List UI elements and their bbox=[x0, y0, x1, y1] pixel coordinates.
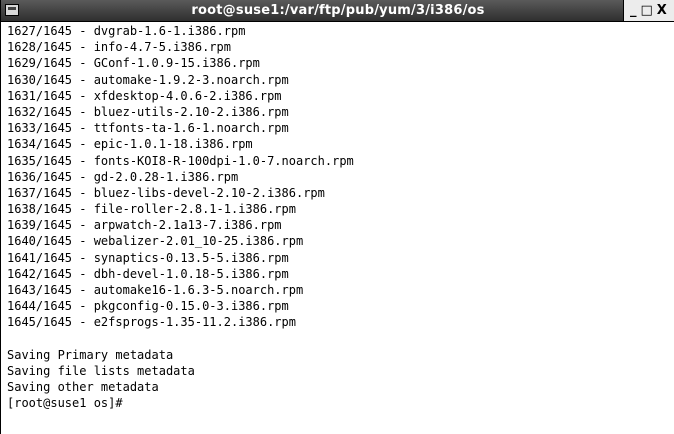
terminal-line: Saving other metadata bbox=[7, 380, 159, 395]
shell-prompt: [root@suse1 os]# bbox=[7, 396, 123, 411]
terminal-line: 1641/1645 - synaptics-0.13.5-5.i386.rpm bbox=[7, 250, 289, 265]
terminal-line: 1628/1645 - info-4.7-5.i386.rpm bbox=[7, 40, 231, 55]
terminal-line: 1630/1645 - automake-1.9.2-3.noarch.rpm bbox=[7, 72, 289, 87]
terminal-line: 1644/1645 - pkgconfig-0.15.0-3.i386.rpm bbox=[7, 299, 289, 314]
terminal-line: Saving Primary metadata bbox=[7, 347, 174, 362]
terminal-output[interactable]: 1627/1645 - dvgrab-1.6-1.i386.rpm 1628/16… bbox=[7, 23, 667, 431]
terminal-window: root@suse1:/var/ftp/pub/yum/3/i386/os _ … bbox=[0, 0, 674, 434]
terminal-line: Saving file lists metadata bbox=[7, 363, 195, 378]
terminal-line: 1632/1645 - bluez-utils-2.10-2.i386.rpm bbox=[7, 104, 289, 119]
window-controls: _ □ X bbox=[623, 0, 674, 21]
terminal-line: 1636/1645 - gd-2.0.28-1.i386.rpm bbox=[7, 169, 239, 184]
terminal-line: 1642/1645 - dbh-devel-1.0.18-5.i386.rpm bbox=[7, 266, 289, 281]
window-title: root@suse1:/var/ftp/pub/yum/3/i386/os bbox=[191, 3, 485, 18]
minimize-icon[interactable]: _ bbox=[630, 4, 637, 17]
terminal-line: 1633/1645 - ttfonts-ta-1.6-1.noarch.rpm bbox=[7, 121, 289, 136]
terminal-line: 1637/1645 - bluez-libs-devel-2.10-2.i386… bbox=[7, 185, 325, 200]
title-bar[interactable]: root@suse1:/var/ftp/pub/yum/3/i386/os _ … bbox=[1, 0, 674, 22]
terminal-line: 1631/1645 - xfdesktop-4.0.6-2.i386.rpm bbox=[7, 88, 282, 103]
terminal-line: 1627/1645 - dvgrab-1.6-1.i386.rpm bbox=[7, 24, 246, 38]
terminal-line: 1643/1645 - automake16-1.6.3-5.noarch.rp… bbox=[7, 283, 304, 297]
terminal-line: 1634/1645 - epic-1.0.1-18.i386.rpm bbox=[7, 137, 253, 152]
terminal-line: 1638/1645 - file-roller-2.8.1-1.i386.rpm bbox=[7, 202, 296, 217]
maximize-icon[interactable]: □ bbox=[641, 4, 653, 17]
terminal-line: 1629/1645 - GConf-1.0.9-15.i386.rpm bbox=[7, 56, 260, 71]
terminal-line: 1640/1645 - webalizer-2.01_10-25.i386.rp… bbox=[7, 234, 304, 249]
terminal-line: 1635/1645 - fonts-KOI8-R-100dpi-1.0-7.no… bbox=[7, 153, 354, 168]
terminal-line: 1639/1645 - arpwatch-2.1a13-7.i386.rpm bbox=[7, 218, 282, 233]
terminal-line: 1645/1645 - e2fsprogs-1.35-11.2.i386.rpm bbox=[7, 315, 296, 330]
close-icon[interactable]: X bbox=[657, 4, 667, 17]
